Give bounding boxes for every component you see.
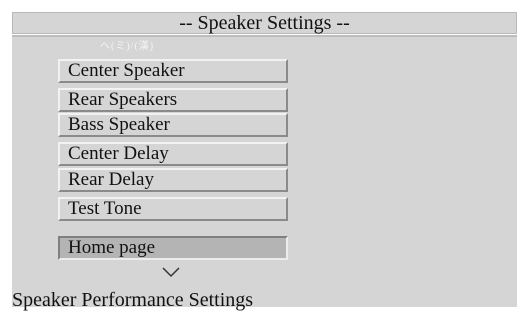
- page-title: -- Speaker Settings --: [12, 12, 517, 34]
- chevron-down-icon[interactable]: [162, 266, 180, 278]
- page-title-text: -- Speaker Settings --: [179, 12, 350, 34]
- description-text: Speaker Performance Settings: [12, 289, 254, 311]
- test-tone-button[interactable]: Test Tone: [58, 197, 288, 221]
- bass-speaker-button[interactable]: Bass Speaker: [58, 113, 288, 137]
- center-speaker-button[interactable]: Center Speaker: [58, 59, 288, 83]
- watermark-text: ヘ(ミ)/(漢): [100, 41, 155, 52]
- speaker-settings-screen: -- Speaker Settings -- ヘ(ミ)/(漢) Center S…: [0, 0, 520, 324]
- home-page-button[interactable]: Home page: [58, 236, 288, 260]
- center-delay-button[interactable]: Center Delay: [58, 142, 288, 166]
- rear-delay-button[interactable]: Rear Delay: [58, 168, 288, 192]
- rear-speakers-button[interactable]: Rear Speakers: [58, 88, 288, 112]
